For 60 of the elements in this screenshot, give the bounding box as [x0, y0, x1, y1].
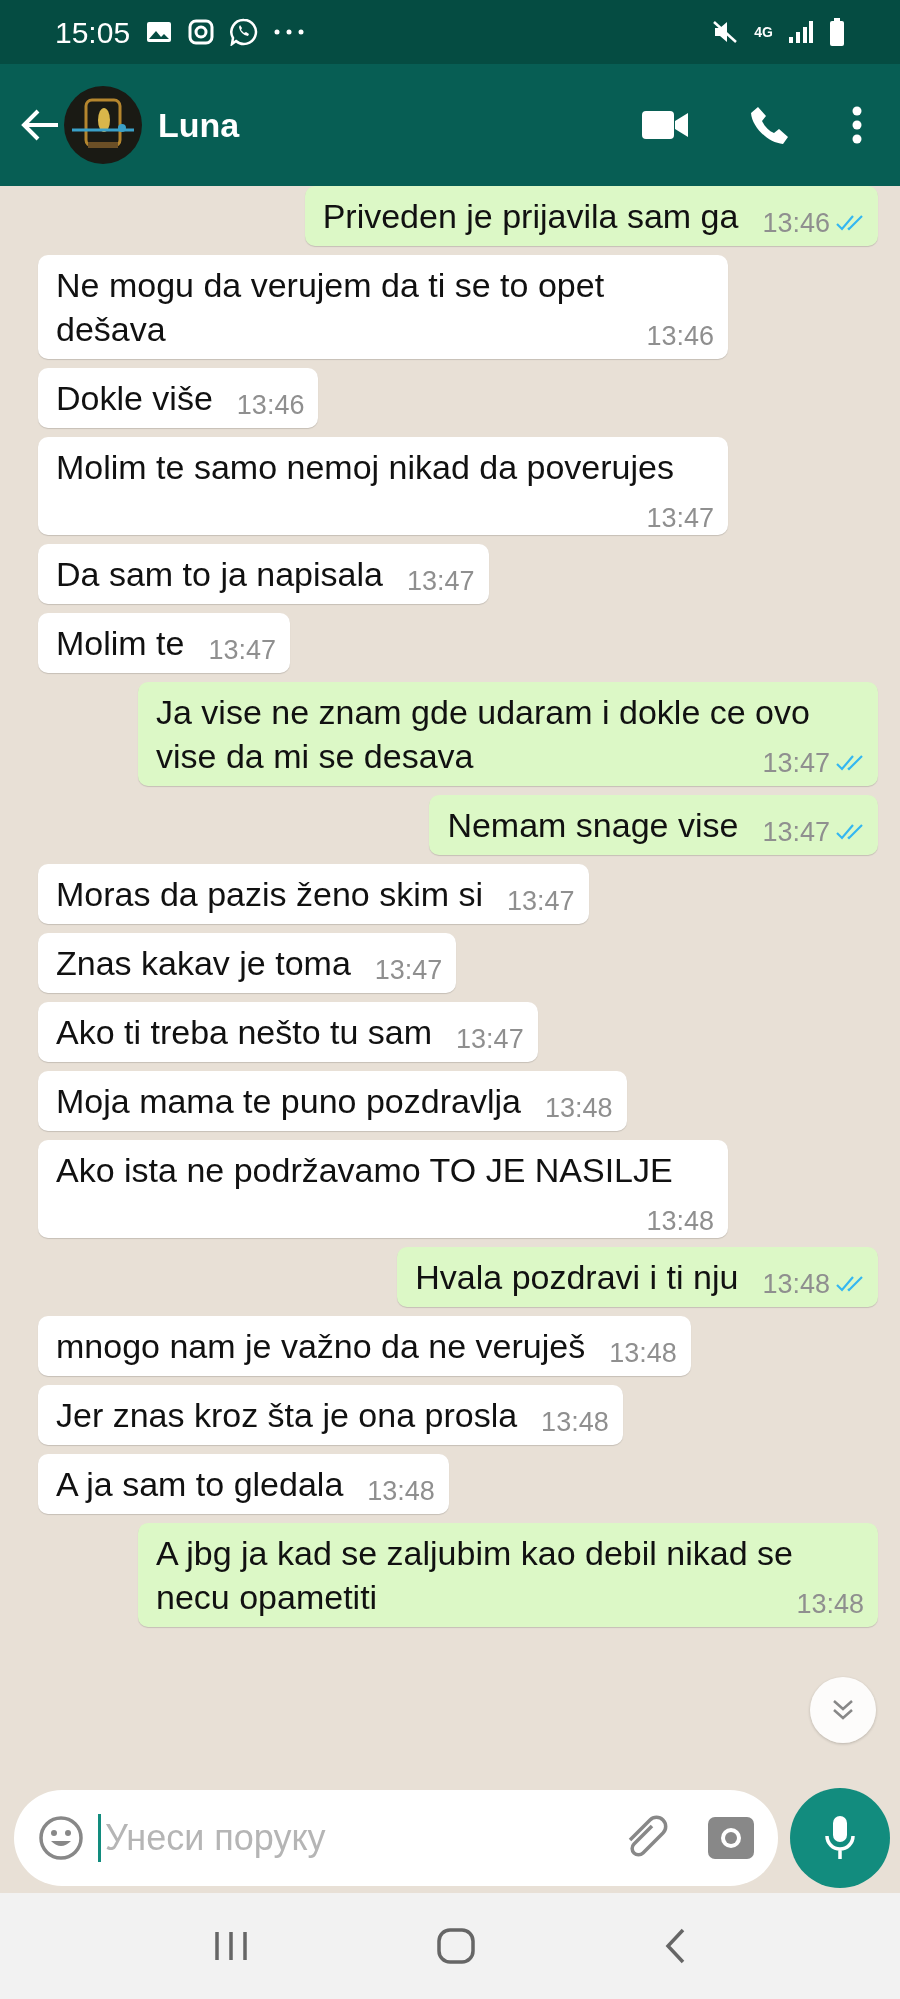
message-time: 13:48 — [796, 1589, 864, 1619]
message-bubble[interactable]: Dokle više 13:46 — [38, 368, 319, 428]
phone-icon[interactable] — [750, 105, 790, 145]
message-bubble[interactable]: Molim te samo nemoj nikad da poverujes 13:47 — [38, 437, 728, 535]
message-time: 13:48 — [544, 1093, 613, 1123]
status-time: 15:05 — [55, 14, 131, 51]
message-bubble[interactable]: Ako ista ne podržavamo TO JE NASILJE 13:48 — [38, 1140, 728, 1238]
message-time: 13:48 — [609, 1338, 677, 1368]
message-bubble[interactable]: Moras da pazis ženo skim si 13:47 — [38, 864, 589, 924]
recent-apps-icon[interactable] — [213, 1930, 250, 1962]
message-bar[interactable]: Унеси поруку — [14, 1790, 778, 1886]
message-time: 13:47 — [374, 955, 443, 985]
microphone-icon — [825, 1816, 855, 1860]
message-time: 13:48 — [541, 1407, 609, 1437]
message-bubble[interactable]: A ja sam to gledala 13:48 — [38, 1454, 449, 1514]
message-time: 13:47 — [762, 817, 830, 847]
message-bubble[interactable]: Nemam snage vise 13:47 — [429, 795, 878, 855]
message-time: 13:46 — [762, 208, 830, 238]
menu-icon[interactable] — [852, 106, 862, 144]
emoji-icon[interactable] — [38, 1815, 84, 1861]
message-field[interactable]: Унеси поруку — [103, 1810, 608, 1866]
message-bubble[interactable]: mnogo nam je važno da ne veruješ 13:48 — [38, 1316, 691, 1376]
video-call-icon[interactable] — [642, 111, 688, 139]
message-time: 13:48 — [762, 1269, 830, 1299]
message-bubble[interactable]: Znas kakav je toma 13:47 — [38, 933, 457, 993]
message-time: 13:47 — [208, 635, 277, 665]
scroll-down-button[interactable] — [810, 1677, 876, 1743]
message-time: 13:46 — [236, 390, 305, 420]
message-time: 13:47 — [406, 566, 475, 596]
message-time: 13:48 — [367, 1476, 435, 1506]
text-cursor — [98, 1814, 101, 1862]
message-time: 13:47 — [456, 1024, 524, 1054]
battery-icon — [829, 18, 845, 46]
message-bubble[interactable]: Molim te 13:47 — [38, 613, 291, 673]
message-time: 13:48 — [646, 1206, 714, 1236]
camera-icon[interactable] — [708, 1817, 754, 1859]
message-time: 13:47 — [762, 748, 830, 778]
home-icon[interactable] — [436, 1927, 476, 1965]
signal-icon — [789, 21, 813, 43]
message-bubble[interactable]: Ako ti treba nešto tu sam 13:47 — [38, 1002, 538, 1062]
message-bubble[interactable]: Moja mama te puno pozdravlja 13:48 — [38, 1071, 627, 1131]
mute-icon — [712, 19, 739, 45]
message-bubble[interactable]: Ne mogu da verujem da ti se to opet dešava 13:46 — [38, 255, 728, 359]
message-bubble[interactable]: Ja vise ne znam gde udaram i dokle ce ovo vise da mi se desava 13:47 — [138, 682, 878, 786]
double-chevron-icon — [831, 1699, 855, 1721]
message-time: 13:46 — [646, 321, 714, 351]
camera-icon — [188, 19, 215, 45]
message-bubble[interactable]: Da sam to ja napisala 13:47 — [38, 544, 489, 604]
more-icon — [274, 29, 305, 35]
message-time: 13:47 — [507, 886, 575, 916]
contact-name[interactable]: Luna — [158, 99, 240, 151]
message-bubble[interactable]: A jbg ja kad se zaljubim kao debil nikad se necu opametiti 13:48 — [138, 1523, 878, 1627]
gallery-icon — [146, 20, 173, 44]
back-arrow-icon[interactable] — [20, 108, 60, 142]
message-bubble[interactable]: Priveden je prijavila sam ga 13:46 — [304, 186, 878, 246]
message-bubble[interactable]: Hvala pozdravi i ti nju 13:48 — [397, 1247, 878, 1307]
network-label: 4G — [754, 25, 773, 39]
message-time: 13:47 — [646, 503, 714, 533]
message-bubble[interactable]: Jer znas kroz šta je ona prosla 13:48 — [38, 1385, 623, 1445]
phone-bubble-icon — [230, 18, 259, 46]
